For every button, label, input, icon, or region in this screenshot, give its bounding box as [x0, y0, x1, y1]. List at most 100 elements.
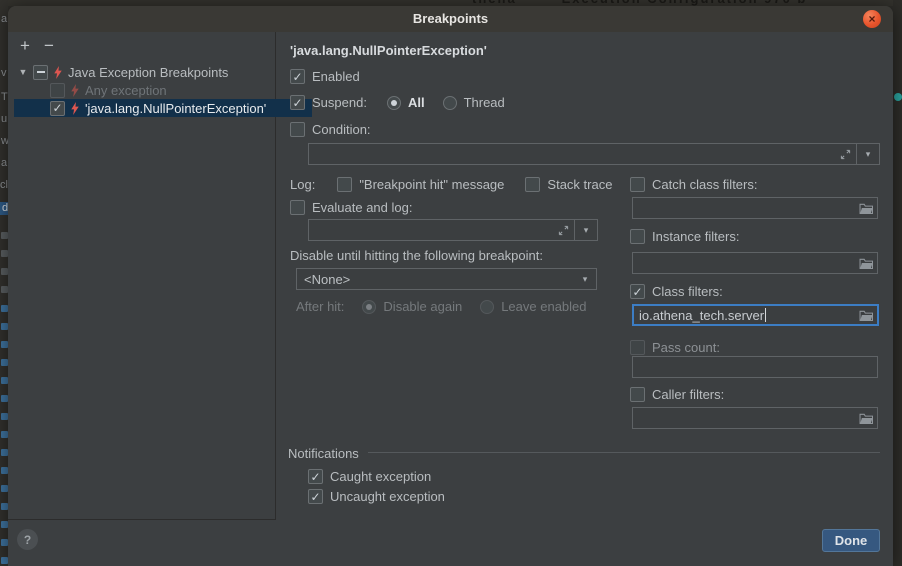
- condition-row: Condition:: [290, 122, 371, 137]
- tree-item-java-exception-breakpoints[interactable]: ▼ Java Exception Breakpoints: [8, 63, 286, 81]
- catch-class-filters-field[interactable]: [632, 197, 878, 219]
- browse-folder-icon[interactable]: [855, 202, 877, 214]
- disable-until-label: Disable until hitting the following brea…: [290, 248, 543, 263]
- browse-folder-icon[interactable]: [855, 412, 877, 424]
- group-checkbox[interactable]: [33, 65, 48, 80]
- pass-count-row: Pass count:: [630, 340, 720, 355]
- background-icon-fragment: [1, 503, 8, 510]
- caught-exception-row: ✓ Caught exception: [308, 469, 431, 484]
- background-window-left-strip: a v T u w a cl d: [0, 0, 8, 566]
- chevron-down-icon: ▾: [866, 149, 871, 160]
- stack-trace-label: Stack trace: [547, 177, 612, 192]
- tree-item-nullpointerexception[interactable]: ✓ 'java.lang.NullPointerException': [14, 99, 312, 117]
- log-label: Log:: [290, 177, 315, 192]
- background-icon-fragment: [1, 485, 8, 492]
- suspend-label: Suspend:: [312, 95, 367, 110]
- background-icon-fragment: [1, 286, 8, 293]
- background-text-fragment: v: [1, 68, 7, 79]
- background-icon-fragment: [1, 323, 8, 330]
- log-row: Log: "Breakpoint hit" message Stack trac…: [290, 177, 612, 192]
- enabled-row: ✓ Enabled: [290, 69, 360, 84]
- caught-exception-label: Caught exception: [330, 469, 431, 484]
- radio-dot: [366, 304, 372, 310]
- help-button[interactable]: ?: [17, 529, 38, 550]
- class-filters-checkbox[interactable]: ✓: [630, 284, 645, 299]
- after-hit-row: After hit: Disable again Leave enabled: [296, 299, 587, 314]
- stack-trace-checkbox[interactable]: [525, 177, 540, 192]
- close-button[interactable]: ×: [863, 10, 881, 28]
- instance-filters-row: Instance filters:: [630, 229, 739, 244]
- background-icon-fragment: [1, 268, 8, 275]
- indeterminate-mark: [37, 71, 45, 73]
- background-text-fragment: a: [1, 14, 7, 25]
- expand-editor-icon[interactable]: [834, 149, 856, 160]
- notifications-separator: [368, 452, 880, 453]
- class-filters-field[interactable]: io.athena_tech.server: [632, 304, 879, 326]
- after-hit-label: After hit:: [296, 299, 344, 314]
- history-dropdown-button[interactable]: ▾: [575, 225, 597, 236]
- done-button[interactable]: Done: [822, 529, 880, 552]
- background-icon-fragment: [1, 250, 8, 257]
- condition-checkbox[interactable]: [290, 122, 305, 137]
- nullpointerexception-checkbox[interactable]: ✓: [50, 101, 65, 116]
- uncaught-exception-row: ✓ Uncaught exception: [308, 489, 445, 504]
- uncaught-exception-checkbox[interactable]: ✓: [308, 489, 323, 504]
- evaluate-row: Evaluate and log:: [290, 200, 412, 215]
- catch-class-filters-checkbox[interactable]: [630, 177, 645, 192]
- background-icon-fragment: [1, 395, 8, 402]
- radio-dot: [391, 100, 397, 106]
- catch-class-filters-row: Catch class filters:: [630, 177, 757, 192]
- disable-until-combobox[interactable]: <None> ▾: [296, 268, 597, 290]
- caller-filters-field[interactable]: [632, 407, 878, 429]
- disable-again-radio[interactable]: [362, 300, 376, 314]
- suspend-thread-radio[interactable]: [443, 96, 457, 110]
- background-text-fragment: T: [1, 92, 8, 103]
- disable-again-label: Disable again: [383, 299, 462, 314]
- background-text-fragment: u: [1, 114, 7, 125]
- pass-count-label: Pass count:: [652, 340, 720, 355]
- instance-filters-field[interactable]: [632, 252, 878, 274]
- instance-filters-checkbox[interactable]: [630, 229, 645, 244]
- history-dropdown-button[interactable]: ▾: [857, 149, 879, 160]
- enabled-checkbox[interactable]: ✓: [290, 69, 305, 84]
- add-breakpoint-button[interactable]: +: [20, 39, 30, 53]
- background-window-right-strip: [893, 0, 902, 566]
- evaluate-and-log-checkbox[interactable]: [290, 200, 305, 215]
- background-icon-fragment: [1, 413, 8, 420]
- text-caret: [765, 308, 766, 322]
- dialog-titlebar[interactable]: Breakpoints ×: [8, 6, 893, 32]
- caught-exception-checkbox[interactable]: ✓: [308, 469, 323, 484]
- done-button-label: Done: [835, 533, 868, 548]
- exception-breakpoint-icon: [70, 102, 80, 115]
- class-filters-value[interactable]: io.athena_tech.server: [634, 308, 855, 323]
- expand-editor-icon[interactable]: [552, 225, 574, 236]
- help-icon: ?: [24, 533, 31, 547]
- remove-breakpoint-button[interactable]: −: [44, 39, 54, 53]
- breakpoint-hit-message-checkbox[interactable]: [337, 177, 352, 192]
- background-icon-fragment: [1, 521, 8, 528]
- tree-item-any-exception[interactable]: Any exception: [8, 81, 318, 99]
- suspend-checkbox[interactable]: ✓: [290, 95, 305, 110]
- breakpoints-tree-panel: + − ▼ Java Exception Breakpoints Any exc…: [8, 32, 276, 520]
- any-exception-checkbox[interactable]: [50, 83, 65, 98]
- breakpoint-hit-message-label: "Breakpoint hit" message: [359, 177, 504, 192]
- background-text-fragment: cl: [0, 180, 8, 191]
- tree-expand-icon[interactable]: ▼: [18, 67, 28, 77]
- chevron-down-icon: ▾: [584, 225, 589, 236]
- background-icon-fragment: [1, 557, 8, 564]
- caller-filters-checkbox[interactable]: [630, 387, 645, 402]
- background-icon-fragment: [1, 232, 8, 239]
- suspend-thread-label: Thread: [464, 95, 505, 110]
- evaluate-field[interactable]: ▾: [308, 219, 598, 241]
- browse-folder-icon[interactable]: [855, 309, 877, 321]
- leave-enabled-label: Leave enabled: [501, 299, 586, 314]
- caller-filters-row: Caller filters:: [630, 387, 724, 402]
- browse-folder-icon[interactable]: [855, 257, 877, 269]
- pass-count-field[interactable]: [632, 356, 878, 378]
- suspend-all-radio[interactable]: [387, 96, 401, 110]
- combobox-arrow-button[interactable]: ▾: [574, 274, 596, 285]
- leave-enabled-radio[interactable]: [480, 300, 494, 314]
- condition-field[interactable]: ▾: [308, 143, 880, 165]
- pass-count-checkbox[interactable]: [630, 340, 645, 355]
- breakpoint-name-header: 'java.lang.NullPointerException': [290, 43, 487, 58]
